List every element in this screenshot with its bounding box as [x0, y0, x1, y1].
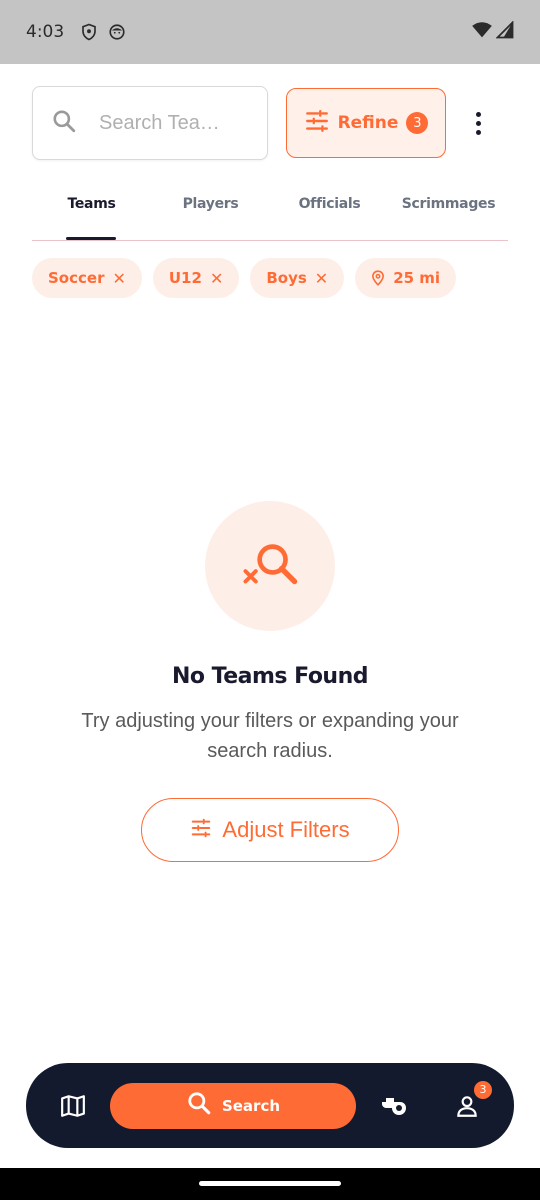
- status-time: 4:03: [26, 22, 65, 42]
- chip-label: U12: [168, 269, 202, 287]
- search-icon: [186, 1090, 212, 1121]
- adjust-filters-button[interactable]: Adjust Filters: [141, 798, 399, 862]
- location-pin-icon: [371, 270, 385, 286]
- refine-label: Refine: [337, 113, 399, 133]
- tab-bar: Teams Players Officials Scrimmages: [32, 186, 508, 241]
- chip-label: Boys: [266, 269, 307, 287]
- tune-icon: [190, 817, 212, 844]
- chip-boys[interactable]: Boys ✕: [250, 258, 345, 298]
- wifi-icon: [472, 21, 492, 44]
- face-icon: [108, 23, 126, 41]
- search-box[interactable]: [32, 86, 268, 160]
- map-icon[interactable]: [60, 1093, 86, 1119]
- header: Refine 3: [32, 86, 520, 160]
- search-input[interactable]: [99, 111, 229, 135]
- chip-label: Soccer: [48, 269, 105, 287]
- more-vert-icon[interactable]: [468, 103, 488, 143]
- gesture-bar: [0, 1168, 540, 1200]
- close-icon[interactable]: ✕: [315, 269, 328, 288]
- nav-search-button[interactable]: Search: [110, 1082, 356, 1129]
- home-handle[interactable]: [199, 1181, 341, 1186]
- tune-icon: [304, 108, 330, 139]
- empty-state-title: No Teams Found: [171, 664, 369, 689]
- close-icon[interactable]: ✕: [112, 269, 125, 288]
- tab-officials[interactable]: Officials: [270, 186, 389, 240]
- adjust-filters-label: Adjust Filters: [222, 817, 350, 842]
- person-icon[interactable]: 3: [454, 1080, 492, 1119]
- bottom-nav: Search 3: [26, 1063, 514, 1148]
- chip-u12[interactable]: U12 ✕: [152, 258, 240, 298]
- chip-label: 25 mi: [393, 269, 441, 287]
- tab-teams[interactable]: Teams: [32, 186, 151, 240]
- refine-count-badge: 3: [406, 112, 429, 134]
- tab-players[interactable]: Players: [151, 186, 270, 240]
- close-icon[interactable]: ✕: [210, 269, 223, 288]
- tab-scrimmages[interactable]: Scrimmages: [389, 186, 508, 240]
- search-off-icon: [205, 501, 335, 631]
- filter-chips: Soccer ✕ U12 ✕ Boys ✕ 25 mi: [32, 258, 457, 298]
- nav-search-label: Search: [221, 1096, 281, 1115]
- status-bar: 4:03: [0, 0, 540, 64]
- chip-radius[interactable]: 25 mi: [355, 258, 457, 298]
- profile-badge: 3: [474, 1080, 492, 1099]
- empty-state-description: Try adjusting your filters or expanding …: [81, 710, 459, 762]
- whistle-icon[interactable]: [380, 1095, 408, 1117]
- search-icon: [51, 108, 77, 139]
- shield-icon: [80, 23, 98, 41]
- refine-button[interactable]: Refine 3: [286, 88, 446, 158]
- chip-soccer[interactable]: Soccer ✕: [32, 258, 142, 298]
- signal-icon: [495, 19, 514, 44]
